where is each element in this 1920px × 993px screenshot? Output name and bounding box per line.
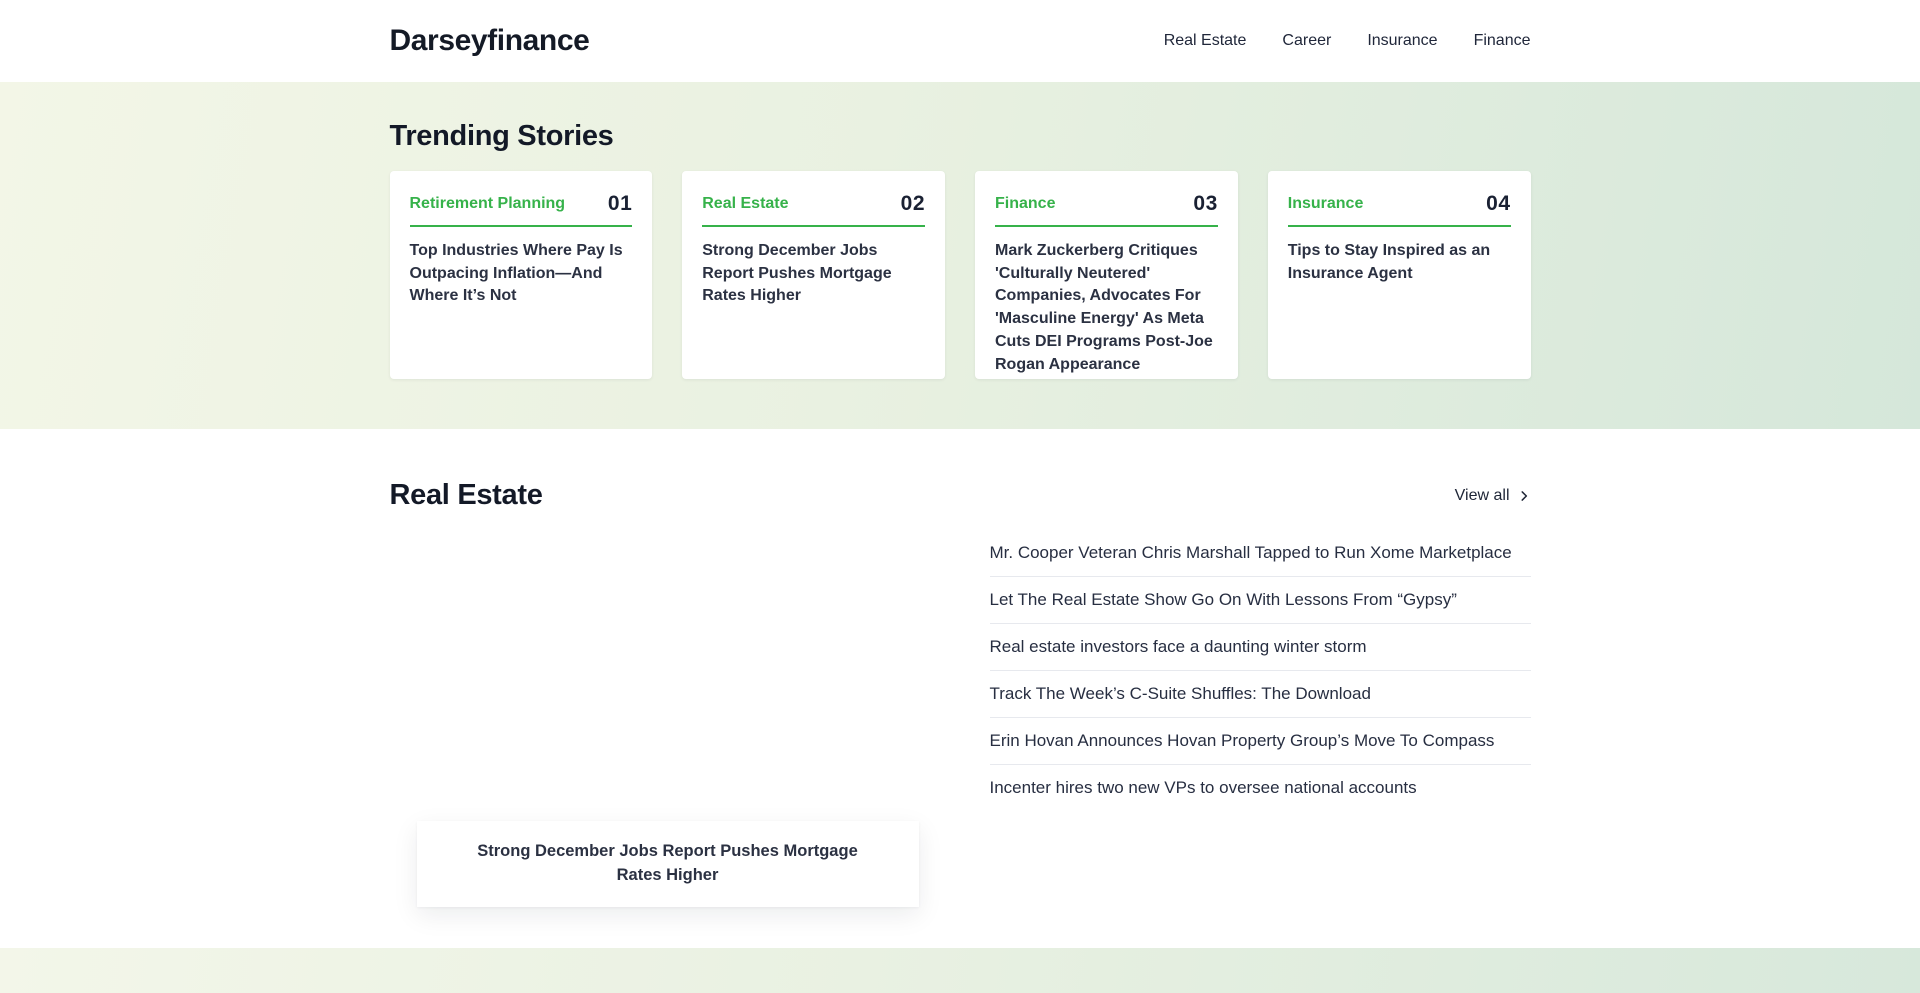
chevron-right-icon — [1517, 489, 1531, 503]
article-list-item-3[interactable]: Real estate investors face a daunting wi… — [990, 624, 1531, 671]
trending-cards: Retirement Planning 01 Top Industries Wh… — [390, 171, 1531, 379]
brand-logo[interactable]: Darseyfinance — [390, 24, 590, 58]
view-all-label: View all — [1455, 487, 1510, 505]
view-all-link[interactable]: View all — [1455, 487, 1531, 505]
trending-card-1-category: Retirement Planning — [410, 195, 566, 213]
trending-card-4[interactable]: Insurance 04 Tips to Stay Inspired as an… — [1268, 171, 1531, 379]
article-list-item-4[interactable]: Track The Week’s C-Suite Shuffles: The D… — [990, 671, 1531, 718]
main-nav: Real Estate Career Insurance Finance — [1164, 32, 1531, 50]
trending-card-4-title: Tips to Stay Inspired as an Insurance Ag… — [1288, 240, 1511, 285]
trending-card-1[interactable]: Retirement Planning 01 Top Industries Wh… — [390, 171, 653, 379]
real-estate-content: Strong December Jobs Report Pushes Mortg… — [390, 534, 1531, 907]
trending-card-3[interactable]: Finance 03 Mark Zuckerberg Critiques 'Cu… — [975, 171, 1238, 379]
trending-card-2-category: Real Estate — [702, 195, 788, 213]
nav-item-finance[interactable]: Finance — [1474, 32, 1531, 50]
trending-card-1-number: 01 — [608, 192, 632, 216]
article-list-item-6[interactable]: Incenter hires two new VPs to oversee na… — [990, 765, 1531, 811]
trending-card-2[interactable]: Real Estate 02 Strong December Jobs Repo… — [682, 171, 945, 379]
trending-card-4-category: Insurance — [1288, 195, 1364, 213]
trending-card-3-number: 03 — [1193, 192, 1217, 216]
real-estate-section-header: Real Estate View all — [390, 479, 1531, 512]
trending-card-3-head: Finance 03 — [995, 192, 1218, 227]
trending-card-3-category: Finance — [995, 195, 1055, 213]
trending-card-2-head: Real Estate 02 — [702, 192, 925, 227]
featured-article-title: Strong December Jobs Report Pushes Mortg… — [457, 840, 879, 888]
trending-title: Trending Stories — [390, 120, 1531, 153]
footer-band — [0, 948, 1920, 993]
article-list-item-5[interactable]: Erin Hovan Announces Hovan Property Grou… — [990, 718, 1531, 765]
featured-article: Strong December Jobs Report Pushes Mortg… — [390, 534, 946, 907]
trending-card-1-head: Retirement Planning 01 — [410, 192, 633, 227]
trending-card-4-head: Insurance 04 — [1288, 192, 1511, 227]
nav-item-real-estate[interactable]: Real Estate — [1164, 32, 1247, 50]
trending-card-2-number: 02 — [901, 192, 925, 216]
real-estate-section: Real Estate View all Strong December Job… — [0, 429, 1920, 907]
trending-card-3-title: Mark Zuckerberg Critiques 'Culturally Ne… — [995, 240, 1218, 376]
article-list-item-2[interactable]: Let The Real Estate Show Go On With Less… — [990, 577, 1531, 624]
real-estate-title: Real Estate — [390, 479, 543, 512]
article-list-item-1[interactable]: Mr. Cooper Veteran Chris Marshall Tapped… — [990, 530, 1531, 577]
trending-card-4-number: 04 — [1486, 192, 1510, 216]
nav-item-insurance[interactable]: Insurance — [1367, 32, 1437, 50]
nav-item-career[interactable]: Career — [1282, 32, 1331, 50]
trending-card-2-title: Strong December Jobs Report Pushes Mortg… — [702, 240, 925, 308]
trending-card-1-title: Top Industries Where Pay Is Outpacing In… — [410, 240, 633, 308]
site-header: Darseyfinance Real Estate Career Insuran… — [0, 0, 1920, 82]
featured-article-card[interactable]: Strong December Jobs Report Pushes Mortg… — [417, 821, 919, 907]
article-list: Mr. Cooper Veteran Chris Marshall Tapped… — [990, 530, 1531, 907]
trending-section: Trending Stories Retirement Planning 01 … — [0, 82, 1920, 429]
